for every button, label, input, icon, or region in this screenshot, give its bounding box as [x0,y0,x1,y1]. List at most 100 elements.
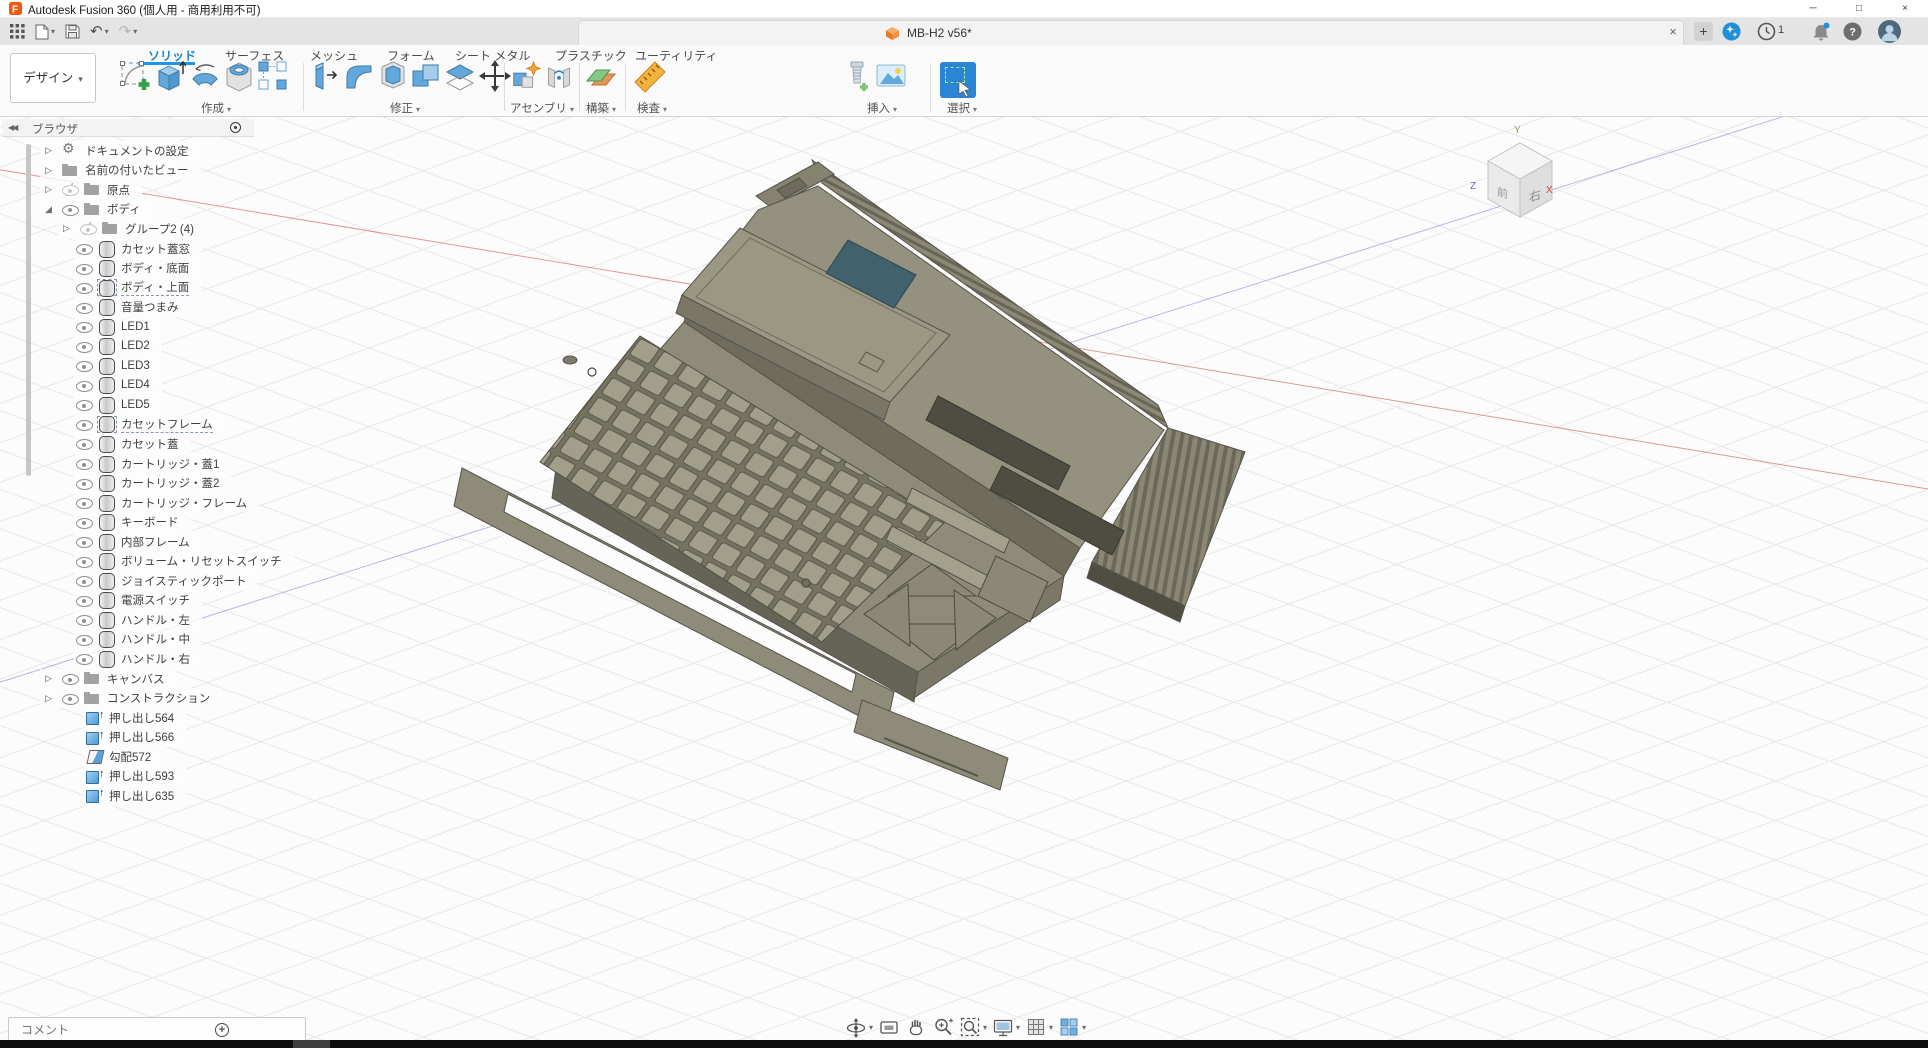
browser-item[interactable]: 押し出し564 [84,708,186,728]
browser-item[interactable]: ハンドル・中 [74,630,202,650]
disclosure-icon[interactable] [40,204,60,215]
visibility-eye-icon[interactable] [74,259,96,278]
comment-input[interactable] [19,1020,209,1040]
orbit-tool[interactable]: ▾ [845,1016,873,1038]
group-label-select[interactable]: 選択 [940,100,984,116]
3d-viewport[interactable]: 前 右 Y Z X ◀◀ ブラウザ ドキュメントの設定名前の付いたビュー原点ボデ… [0,117,1928,1040]
visibility-eye-icon[interactable] [74,415,96,434]
browser-item[interactable]: ボディ [40,200,153,220]
offset-face-icon[interactable] [444,59,476,98]
insert-canvas-icon[interactable] [875,59,907,98]
new-tab-button[interactable]: + [1694,22,1713,41]
browser-item[interactable]: ハンドル・右 [74,649,202,669]
file-menu-button[interactable]: ▾ [35,24,55,40]
visibility-eye-icon[interactable] [74,395,96,414]
disclosure-icon[interactable] [40,673,60,684]
joint-icon[interactable] [544,59,574,98]
browser-item[interactable]: ボディ・底面 [74,258,201,278]
collapse-panel-icon[interactable]: ◀◀ [8,123,16,132]
visibility-eye-icon[interactable] [74,298,96,317]
disclosure-icon[interactable] [40,145,60,156]
save-button[interactable] [65,24,80,39]
visibility-eye-icon[interactable] [74,454,96,473]
visibility-eye-icon[interactable] [60,180,82,199]
display-mode-icon[interactable] [230,122,241,133]
browser-item[interactable]: 音量つまみ [74,297,191,317]
browser-item[interactable]: カセットフレーム [74,415,225,435]
browser-item[interactable]: 押し出し635 [84,786,186,806]
group-label-construct[interactable]: 構築 [584,100,618,116]
browser-item[interactable]: カセット蓋 [74,434,191,454]
browser-item[interactable]: 原点 [40,180,142,200]
disclosure-icon[interactable] [40,693,60,704]
visibility-eye-icon[interactable] [60,689,82,708]
visibility-eye-icon[interactable] [74,474,96,493]
add-comment-icon[interactable]: + [215,1023,229,1037]
insert-fastener-icon[interactable] [843,59,873,98]
browser-item[interactable]: 名前の付いたビュー [40,161,201,181]
visibility-eye-icon[interactable] [74,239,96,258]
browser-item[interactable]: LED5 [74,395,162,415]
browser-item[interactable]: ハンドル・左 [74,610,202,630]
browser-item[interactable]: キャンバス [40,669,177,689]
visibility-eye-icon[interactable] [74,610,96,629]
pan-tool[interactable] [905,1016,927,1038]
job-status-clock-icon[interactable] [1757,22,1776,46]
group-label-modify[interactable]: 修正 [310,100,500,116]
browser-item[interactable]: キーボード [74,512,191,532]
visibility-eye-icon[interactable] [74,317,96,336]
shell-icon[interactable] [378,59,408,98]
document-tab[interactable]: MB-H2 v56* × [578,20,1684,45]
combine-icon[interactable] [410,59,442,98]
visibility-eye-icon[interactable] [74,552,96,571]
browser-item[interactable]: LED1 [74,317,162,337]
browser-item[interactable]: 内部フレーム [74,532,202,552]
browser-item[interactable]: 押し出し566 [84,727,186,747]
display-settings-tool[interactable]: ▾ [992,1016,1020,1038]
browser-item[interactable]: 勾配572 [84,747,163,767]
visibility-eye-icon[interactable] [74,376,96,395]
pattern-icon[interactable] [256,59,288,98]
close-tab-icon[interactable]: × [1664,24,1682,39]
visibility-eye-icon[interactable] [74,337,96,356]
browser-item[interactable]: 電源スイッチ [74,591,202,611]
visibility-eye-icon[interactable] [74,649,96,668]
browser-item[interactable]: ボリューム・リセットスイッチ [74,551,294,571]
grid-settings-tool[interactable]: ▾ [1025,1016,1053,1038]
close-window-button[interactable]: × [1882,0,1928,18]
viewports-tool[interactable]: ▾ [1058,1016,1086,1038]
browser-item[interactable]: ジョイスティックポート [74,571,258,591]
select-tool-button[interactable] [940,62,976,98]
browser-item[interactable]: グループ2 (4) [58,219,206,239]
visibility-eye-icon[interactable] [74,571,96,590]
redo-button[interactable]: ↷ ▾ [119,18,138,45]
browser-item[interactable]: カートリッジ・フレーム [74,493,259,513]
minimize-button[interactable]: ─ [1790,0,1836,18]
fit-tool[interactable]: ▾ [959,1016,987,1038]
visibility-eye-icon[interactable] [74,356,96,375]
browser-item[interactable]: カセット蓋窓 [74,239,202,259]
extrude-icon[interactable] [156,59,186,98]
disclosure-icon[interactable] [58,223,78,234]
press-pull-icon[interactable] [310,59,340,98]
visibility-eye-icon[interactable] [74,493,96,512]
move-icon[interactable] [478,59,512,98]
browser-item[interactable]: 押し出し593 [84,767,186,787]
look-at-tool[interactable] [878,1016,900,1038]
browser-item[interactable]: ボディ・上面 [74,278,201,298]
profile-avatar[interactable] [1878,20,1901,48]
browser-item[interactable]: カートリッジ・蓋1 [74,454,231,474]
browser-item[interactable]: コンストラクション [40,688,222,708]
visibility-eye-icon[interactable] [74,278,96,297]
revolve-icon[interactable] [188,59,222,98]
visibility-eye-icon[interactable] [74,532,96,551]
disclosure-icon[interactable] [40,184,60,195]
visibility-eye-icon[interactable] [74,630,96,649]
new-component-icon[interactable] [510,59,542,98]
workspace-selector[interactable]: デザイン [10,53,96,103]
group-label-assembly[interactable]: アセンブリ [510,100,572,116]
visibility-eye-icon[interactable] [74,513,96,532]
visibility-eye-icon[interactable] [78,219,100,238]
browser-item[interactable]: LED4 [74,376,162,396]
undo-button[interactable]: ↶ ▾ [90,18,109,45]
